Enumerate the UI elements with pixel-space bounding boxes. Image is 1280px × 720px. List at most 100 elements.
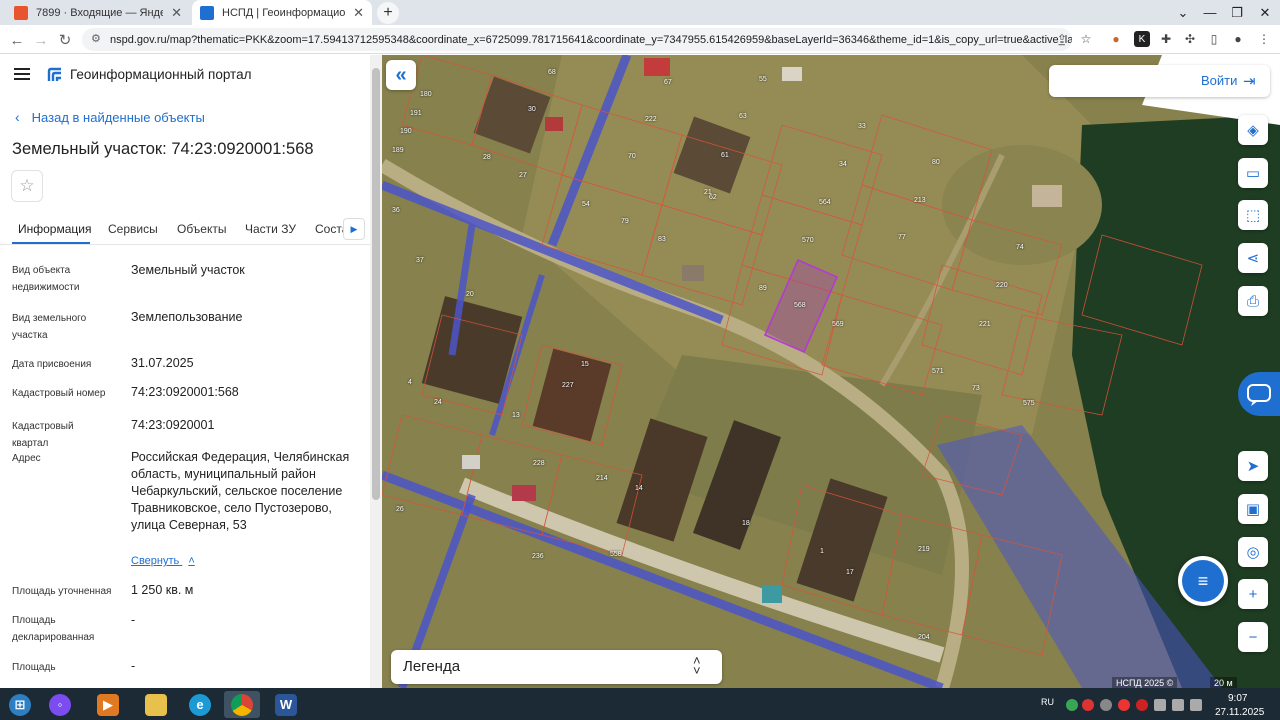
layers-icon[interactable]: ◈ <box>1238 115 1268 145</box>
url-text: nspd.gov.ru/map?thematic=PKK&zoom=17.594… <box>110 33 1072 46</box>
clock-time[interactable]: 9:07 <box>1228 693 1247 704</box>
geolocation-icon[interactable]: ➤ <box>1238 451 1268 481</box>
media-player-icon[interactable]: ▶ <box>90 691 126 718</box>
plot-label: 20 <box>466 291 474 298</box>
menu-dots-icon[interactable]: ⋮ <box>1256 31 1272 47</box>
zoom-in-button[interactable]: + <box>1238 579 1268 609</box>
tray-icon[interactable] <box>1066 699 1078 711</box>
plot-label: 189 <box>392 147 404 154</box>
plot-label: 228 <box>533 460 545 467</box>
tab-composition[interactable]: Соста <box>315 222 343 236</box>
plot-label: 13 <box>512 412 520 419</box>
plot-label: 68 <box>548 69 556 76</box>
back-arrow-icon[interactable]: ← <box>6 29 28 51</box>
tab-search-icon[interactable]: ⌄ <box>1168 0 1198 25</box>
chat-button[interactable]: ≡ <box>1178 556 1228 606</box>
bookmark-star-icon[interactable]: ☆ <box>1078 31 1094 47</box>
close-tab-icon[interactable]: ✕ <box>171 5 182 21</box>
plot-label: 204 <box>918 634 930 641</box>
zoom-out-button[interactable]: − <box>1238 622 1268 652</box>
tab-information[interactable]: Информация <box>18 222 91 236</box>
minimize-icon[interactable]: — <box>1195 0 1225 25</box>
close-window-icon[interactable]: ✕ <box>1250 0 1280 25</box>
menu-icon[interactable] <box>14 68 30 80</box>
picture-in-picture-icon[interactable]: ▣ <box>1238 494 1268 524</box>
tray-icon[interactable] <box>1136 699 1148 711</box>
plot-label: 220 <box>996 282 1008 289</box>
map-view[interactable]: 180 191 190 189 68 67 63 55 30 28 27 70 … <box>382 55 1280 688</box>
extensions-puzzle-icon[interactable]: ✣ <box>1182 31 1198 47</box>
browser-tab-nspd[interactable]: НСПД | Геоинформационный портал ✕ <box>192 0 372 25</box>
field-label: Дата присвоения <box>12 359 92 370</box>
side-panel-icon[interactable]: ▯ <box>1206 31 1222 47</box>
battery-icon[interactable] <box>1190 699 1202 711</box>
expand-toggle-icon[interactable]: ˄ ˅ <box>693 654 701 677</box>
tabs-scroll-right-icon[interactable]: ▶ <box>343 218 365 240</box>
tab-services[interactable]: Сервисы <box>108 222 158 236</box>
address-value: Российская Федерация, Челябинская област… <box>131 450 350 532</box>
print-icon[interactable]: ⎙ <box>1238 286 1268 316</box>
select-area-icon[interactable]: ⬚ <box>1238 200 1268 230</box>
extension-k-icon[interactable]: K <box>1134 31 1150 47</box>
site-info-icon[interactable]: ⚙ <box>91 32 101 45</box>
ruler-icon[interactable]: ▭ <box>1238 158 1268 188</box>
internet-explorer-icon[interactable]: e <box>182 691 218 718</box>
close-tab-icon[interactable]: ✕ <box>353 5 364 21</box>
clock-date[interactable]: 27.11.2025 <box>1215 707 1264 718</box>
back-to-results-link[interactable]: ‹ Назад в найденные объекты <box>15 109 205 125</box>
chrome-icon[interactable] <box>224 691 260 718</box>
object-title: Земельный участок: 74:23:0920001:568 <box>12 140 314 158</box>
collapse-address-link[interactable]: Свернуть ˄ <box>131 555 195 567</box>
portal-logo-icon <box>47 67 61 81</box>
chevron-left-icon: ‹ <box>15 109 20 125</box>
favorite-star-icon[interactable]: ☆ <box>11 170 43 202</box>
share-icon[interactable]: ⇪ <box>1054 31 1070 47</box>
plot-label: 1 <box>820 548 824 555</box>
legend-bar[interactable]: Легенда ˄ ˅ <box>391 650 722 684</box>
alice-icon[interactable]: ◦ <box>42 691 78 718</box>
yandex-tray-icon[interactable] <box>1118 699 1130 711</box>
collapse-panel-icon[interactable]: « <box>386 60 416 90</box>
field-label: Площадь декларированная <box>12 615 95 643</box>
plot-label: 83 <box>658 236 666 243</box>
extension-icon[interactable]: ● <box>1108 31 1124 47</box>
extension-icon[interactable]: ✚ <box>1158 31 1174 47</box>
file-explorer-icon[interactable] <box>138 691 174 718</box>
maximize-icon[interactable]: ❐ <box>1222 0 1252 25</box>
plot-label: 219 <box>918 546 930 553</box>
forward-arrow-icon[interactable]: → <box>30 29 52 51</box>
portal-title: Геоинформационный портал <box>70 67 252 82</box>
reload-icon[interactable]: ↻ <box>54 29 76 51</box>
tray-icon[interactable] <box>1100 699 1112 711</box>
new-tab-button[interactable]: + <box>377 2 399 24</box>
login-icon[interactable]: ⇥ <box>1243 72 1256 90</box>
legend-label: Легенда <box>403 658 461 675</box>
tray-icon[interactable] <box>1082 699 1094 711</box>
field-value: 1 250 кв. м <box>131 583 194 597</box>
profile-icon[interactable]: ● <box>1230 31 1246 47</box>
plot-label: 190 <box>400 128 412 135</box>
plot-label: 18 <box>742 520 750 527</box>
word-icon[interactable]: W <box>268 691 304 718</box>
browser-tab-mail[interactable]: 7899 · Входящие — Яндекс Почта ✕ <box>6 0 190 25</box>
plot-label: 70 <box>628 153 636 160</box>
plot-label: 222 <box>645 116 657 123</box>
language-indicator[interactable]: RU <box>1041 697 1054 707</box>
field-value: 74:23:0920001 <box>131 418 215 432</box>
share-icon[interactable]: ⋖ <box>1238 243 1268 273</box>
address-bar[interactable]: ⚙ nspd.gov.ru/map?thematic=PKK&zoom=17.5… <box>82 28 1072 51</box>
location-search-icon[interactable]: ◎ <box>1238 537 1268 567</box>
tab-objects[interactable]: Объекты <box>177 222 227 236</box>
collapse-label: Свернуть <box>131 555 180 567</box>
plot-label: 80 <box>932 159 940 166</box>
active-tab-indicator <box>12 242 90 244</box>
support-chat-icon[interactable] <box>1238 372 1280 416</box>
network-icon[interactable] <box>1154 699 1166 711</box>
plot-label: 36 <box>392 207 400 214</box>
tab-parts[interactable]: Части ЗУ <box>245 222 296 236</box>
login-button[interactable]: Войти <box>1201 73 1237 88</box>
back-link-label: Назад в найденные объекты <box>31 109 205 125</box>
start-button[interactable]: ⊞ <box>2 691 38 718</box>
panel-scrollbar-thumb[interactable] <box>372 68 380 500</box>
volume-icon[interactable] <box>1172 699 1184 711</box>
